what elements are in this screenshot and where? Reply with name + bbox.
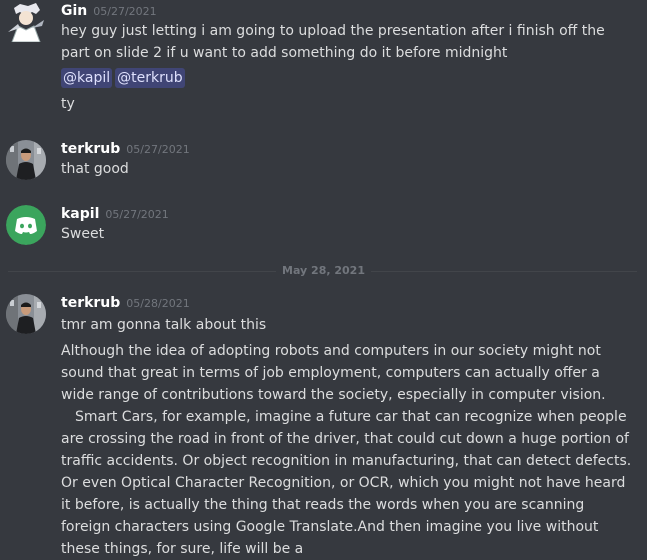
- mention-kapil[interactable]: @kapil: [61, 68, 113, 88]
- username[interactable]: Gin: [61, 3, 87, 19]
- username[interactable]: terkrub: [61, 295, 120, 311]
- discord-logo-icon: [6, 205, 46, 245]
- mention-terkrub[interactable]: @terkrub: [115, 68, 185, 88]
- date-divider: May 28, 2021: [0, 264, 647, 277]
- message-paragraph-2: Smart Cars, for example, imagine a futur…: [61, 409, 632, 557]
- message-text: Sweet: [61, 226, 105, 242]
- message-text: tmr am gonna talk about this: [61, 317, 267, 333]
- avatar-terkrub[interactable]: [6, 294, 46, 334]
- message-text-followup: ty: [61, 96, 75, 112]
- person-photo-avatar-icon: [6, 294, 46, 334]
- mentions: @kapil @terkrub: [61, 68, 188, 88]
- avatar-kapil[interactable]: [6, 205, 46, 245]
- avatar-gin[interactable]: [6, 2, 46, 42]
- timestamp: 05/28/2021: [126, 297, 190, 310]
- avatar-terkrub[interactable]: [6, 140, 46, 180]
- timestamp: 05/27/2021: [126, 143, 190, 156]
- person-photo-avatar-icon: [6, 140, 46, 180]
- timestamp: 05/27/2021: [105, 208, 169, 221]
- message-paragraph-1: Although the idea of adopting robots and…: [61, 343, 606, 403]
- message-text: hey guy just letting i am going to uploa…: [61, 23, 605, 61]
- timestamp: 05/27/2021: [93, 5, 157, 18]
- username[interactable]: terkrub: [61, 141, 120, 157]
- username[interactable]: kapil: [61, 206, 99, 222]
- message-text: that good: [61, 161, 129, 177]
- anime-character-avatar-icon: [6, 2, 46, 42]
